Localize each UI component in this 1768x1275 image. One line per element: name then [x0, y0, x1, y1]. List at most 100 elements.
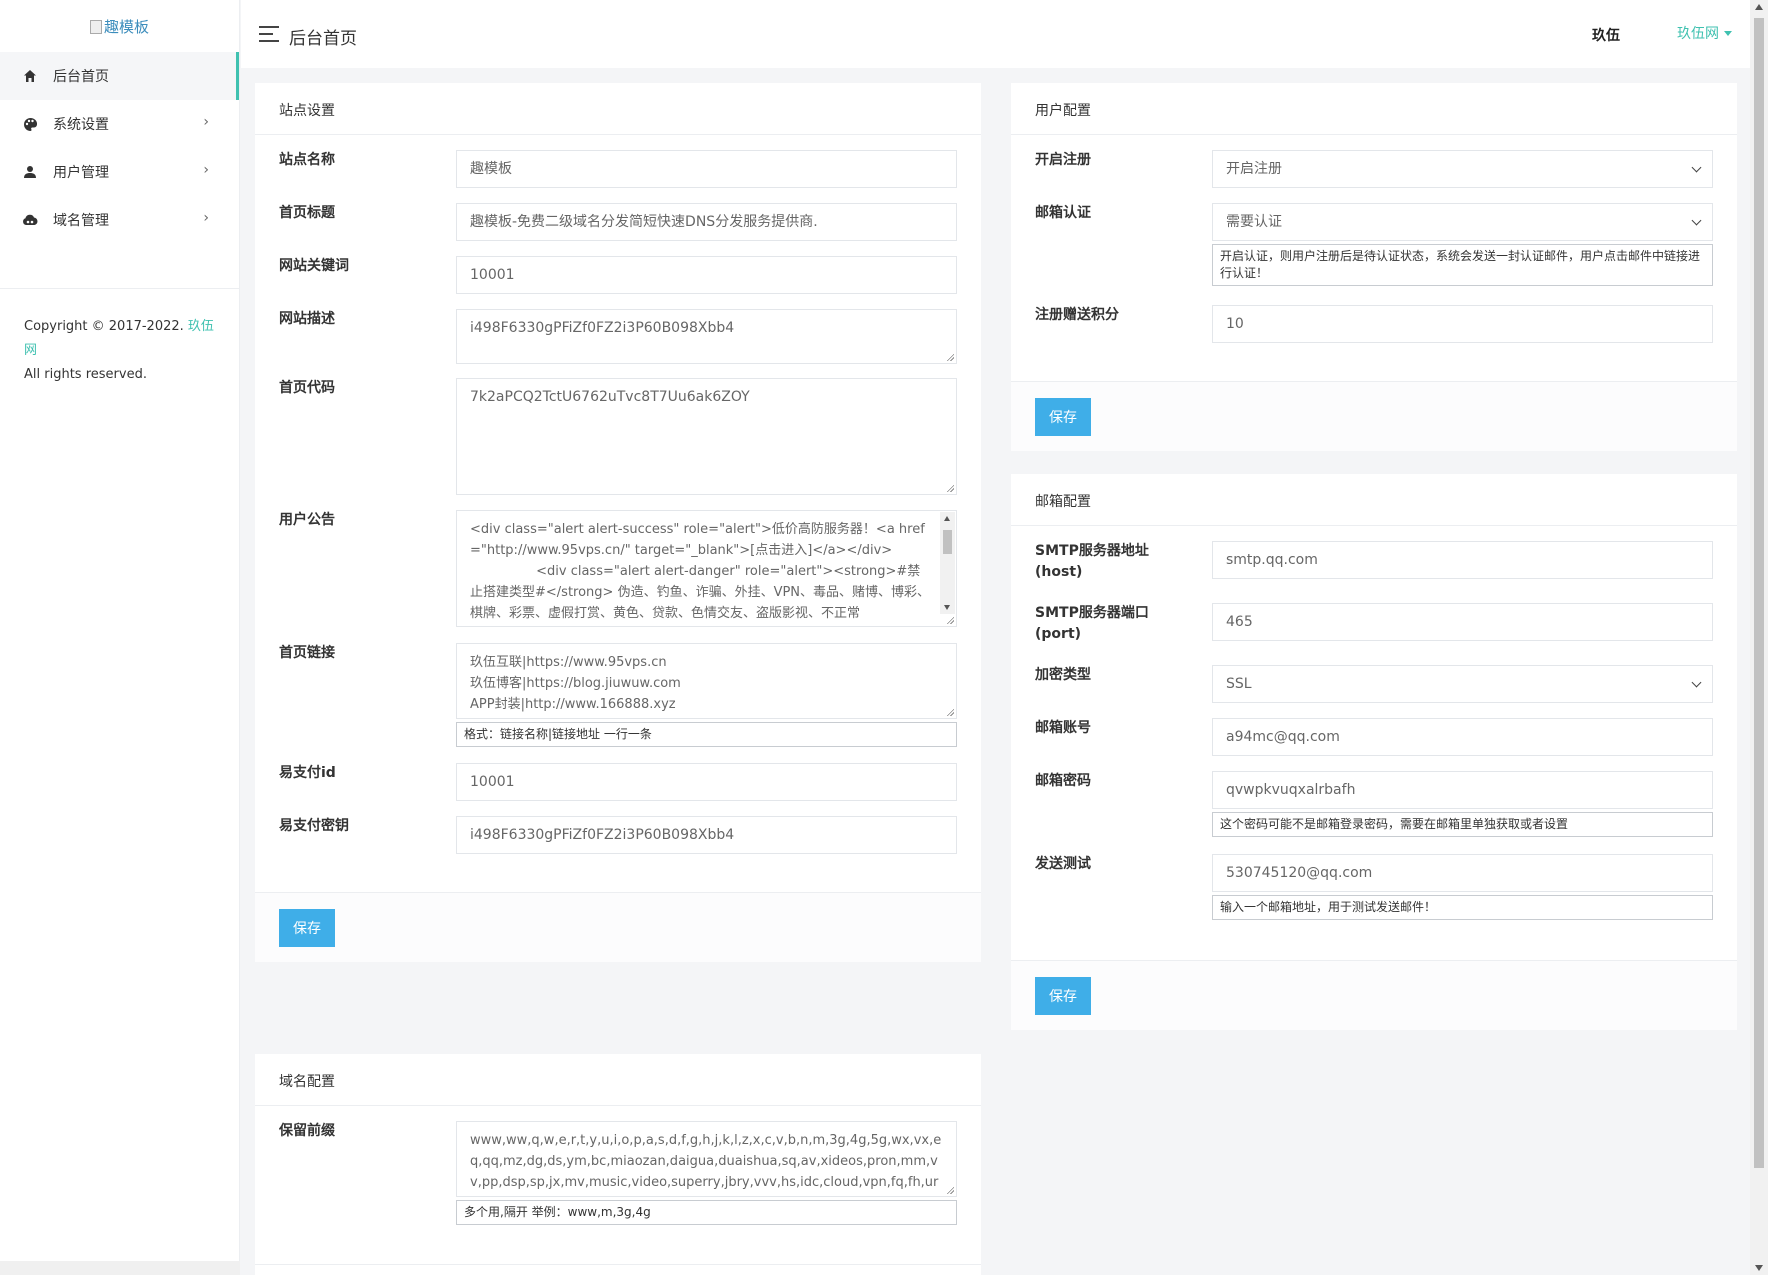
home-icon	[22, 68, 38, 84]
user-config-card: 用户配置 开启注册 开启注册 邮箱认证 需要认证 开启认证，则用户注册后是待认证…	[1011, 83, 1737, 451]
menu-toggle-icon[interactable]	[259, 26, 279, 42]
card-title: 站点设置	[255, 83, 981, 135]
top-header: 后台首页 玖伍 玖伍网	[241, 0, 1750, 68]
pay-id-label: 易支付id	[279, 765, 336, 781]
resize-handle-icon[interactable]	[946, 616, 954, 624]
keywords-label: 网站关键词	[279, 258, 349, 274]
notice-textarea[interactable]: <div class="alert alert-success" role="a…	[456, 510, 957, 627]
logo[interactable]: 趣模板	[0, 0, 239, 52]
home-links-label: 首页链接	[279, 645, 335, 661]
card-footer-divider	[255, 1264, 981, 1265]
home-code-label: 首页代码	[279, 380, 335, 396]
sidebar-item-dashboard[interactable]: 后台首页	[0, 52, 239, 100]
broken-image-icon	[89, 20, 102, 34]
home-title-label: 首页标题	[279, 205, 335, 221]
sidebar-item-label: 系统设置	[53, 117, 109, 133]
card-footer: 保存	[1011, 381, 1737, 451]
copyright-suffix: All rights reserved.	[24, 367, 147, 382]
card-title: 用户配置	[1011, 83, 1737, 135]
site-dropdown[interactable]: 玖伍网	[1677, 23, 1732, 43]
sidebar-item-label: 用户管理	[53, 165, 109, 181]
card-footer: 保存	[255, 892, 981, 962]
scroll-down-icon[interactable]	[1755, 1265, 1763, 1271]
reserved-prefix-value: www,ww,q,w,e,r,t,y,u,i,o,p,a,s,d,f,g,h,j…	[470, 1133, 942, 1190]
textarea-scrollbar[interactable]	[940, 512, 955, 614]
home-code-value: 7k2aPCQ2TctU6762uTvc8T7Uu6ak6ZOY	[470, 389, 750, 405]
chevron-right-icon: ›	[203, 162, 209, 178]
page-title: 后台首页	[289, 29, 357, 49]
copyright: Copyright © 2017-2022. 玖伍网 All rights re…	[0, 289, 239, 387]
description-textarea[interactable]: i498F6330gPFiZf0FZ2i3P60B098Xbb4	[456, 309, 957, 364]
mail-config-card: 邮箱配置 SMTP服务器地址(host) smtp.qq.com SMTP服务器…	[1011, 474, 1737, 1030]
mail-password-input[interactable]: qvwpkvuqxalrbafh	[1212, 771, 1713, 809]
user-icon	[22, 164, 38, 180]
bonus-label: 注册赠送积分	[1035, 307, 1119, 323]
register-label: 开启注册	[1035, 152, 1091, 168]
resize-handle-icon[interactable]	[946, 1186, 954, 1194]
pay-id-input[interactable]: 10001	[456, 763, 957, 801]
header-username[interactable]: 玖伍	[1592, 25, 1620, 45]
mail-account-label: 邮箱账号	[1035, 720, 1091, 736]
caret-down-icon	[1724, 31, 1732, 36]
scroll-up-icon[interactable]	[1755, 4, 1763, 10]
save-button[interactable]: 保存	[1035, 398, 1091, 436]
send-test-help: 输入一个邮箱地址，用于测试发送邮件！	[1212, 895, 1713, 920]
site-dropdown-label: 玖伍网	[1677, 26, 1719, 42]
domain-config-card: 域名配置 保留前缀 www,ww,q,w,e,r,t,y,u,i,o,p,a,s…	[255, 1054, 981, 1275]
resize-handle-icon[interactable]	[946, 708, 954, 716]
pay-key-label: 易支付密钥	[279, 818, 349, 834]
bonus-input[interactable]: 10	[1212, 305, 1713, 343]
home-links-value: 玖伍互联|https://www.95vps.cn 玖伍博客|https://b…	[470, 655, 681, 712]
smtp-host-input[interactable]: smtp.qq.com	[1212, 541, 1713, 579]
smtp-port-label: SMTP服务器端口(port)	[1035, 605, 1149, 642]
site-name-input[interactable]: 趣模板	[456, 150, 957, 188]
email-verify-label: 邮箱认证	[1035, 205, 1091, 221]
sidebar-item-label: 域名管理	[53, 213, 109, 229]
card-title: 邮箱配置	[1011, 474, 1737, 526]
resize-handle-icon[interactable]	[946, 353, 954, 361]
sidebar-item-domain-management[interactable]: 域名管理 ›	[0, 196, 239, 244]
card-title: 域名配置	[255, 1054, 981, 1106]
reserved-prefix-help: 多个用,隔开 举例：www,m,3g,4g	[456, 1200, 957, 1225]
save-button[interactable]: 保存	[279, 909, 335, 947]
email-verify-help: 开启认证，则用户注册后是待认证状态，系统会发送一封认证邮件，用户点击邮件中链接进…	[1212, 244, 1713, 286]
home-links-textarea[interactable]: 玖伍互联|https://www.95vps.cn 玖伍博客|https://b…	[456, 643, 957, 719]
resize-handle-icon[interactable]	[946, 484, 954, 492]
sidebar: 趣模板 后台首页 系统设置 › 用户管理 › 域名管理 › Copyright …	[0, 0, 240, 1275]
description-value: i498F6330gPFiZf0FZ2i3P60B098Xbb4	[470, 320, 735, 336]
page-scrollbar[interactable]	[1750, 0, 1768, 1275]
site-settings-card: 站点设置 站点名称 趣模板 首页标题 趣模板-免费二级域名分发简短快速DNS分发…	[255, 83, 981, 962]
save-button[interactable]: 保存	[1035, 977, 1091, 1015]
sidebar-footer-strip	[0, 1261, 240, 1275]
sidebar-item-system-settings[interactable]: 系统设置 ›	[0, 100, 239, 148]
notice-label: 用户公告	[279, 512, 335, 528]
scrollbar-thumb[interactable]	[1754, 18, 1764, 1168]
chevron-right-icon: ›	[203, 210, 209, 226]
reserved-prefix-textarea[interactable]: www,ww,q,w,e,r,t,y,u,i,o,p,a,s,d,f,g,h,j…	[456, 1121, 957, 1197]
description-label: 网站描述	[279, 311, 335, 327]
notice-value: <div class="alert alert-success" role="a…	[470, 522, 931, 619]
register-select[interactable]: 开启注册	[1212, 150, 1713, 188]
site-name-label: 站点名称	[279, 152, 335, 168]
send-test-input[interactable]: 530745120@qq.com	[1212, 854, 1713, 892]
palette-icon	[22, 116, 38, 132]
card-footer: 保存	[1011, 960, 1737, 1030]
encryption-select[interactable]: SSL	[1212, 665, 1713, 703]
smtp-port-input[interactable]: 465	[1212, 603, 1713, 641]
mail-password-label: 邮箱密码	[1035, 773, 1091, 789]
email-verify-select[interactable]: 需要认证	[1212, 203, 1713, 241]
smtp-host-label: SMTP服务器地址(host)	[1035, 543, 1149, 580]
send-test-label: 发送测试	[1035, 856, 1091, 872]
home-title-input[interactable]: 趣模板-免费二级域名分发简短快速DNS分发服务提供商.	[456, 203, 957, 241]
reserved-prefix-label: 保留前缀	[279, 1123, 335, 1139]
mail-password-help: 这个密码可能不是邮箱登录密码，需要在邮箱里单独获取或者设置	[1212, 812, 1713, 837]
chevron-right-icon: ›	[203, 114, 209, 130]
keywords-input[interactable]: 10001	[456, 256, 957, 294]
pay-key-input[interactable]: i498F6330gPFiZf0FZ2i3P60B098Xbb4	[456, 816, 957, 854]
encryption-label: 加密类型	[1035, 667, 1091, 683]
mail-account-input[interactable]: a94mc@qq.com	[1212, 718, 1713, 756]
sidebar-item-user-management[interactable]: 用户管理 ›	[0, 148, 239, 196]
home-code-textarea[interactable]: 7k2aPCQ2TctU6762uTvc8T7Uu6ak6ZOY	[456, 378, 957, 495]
copyright-text: Copyright © 2017-2022.	[24, 319, 184, 334]
sidebar-item-label: 后台首页	[53, 69, 109, 85]
